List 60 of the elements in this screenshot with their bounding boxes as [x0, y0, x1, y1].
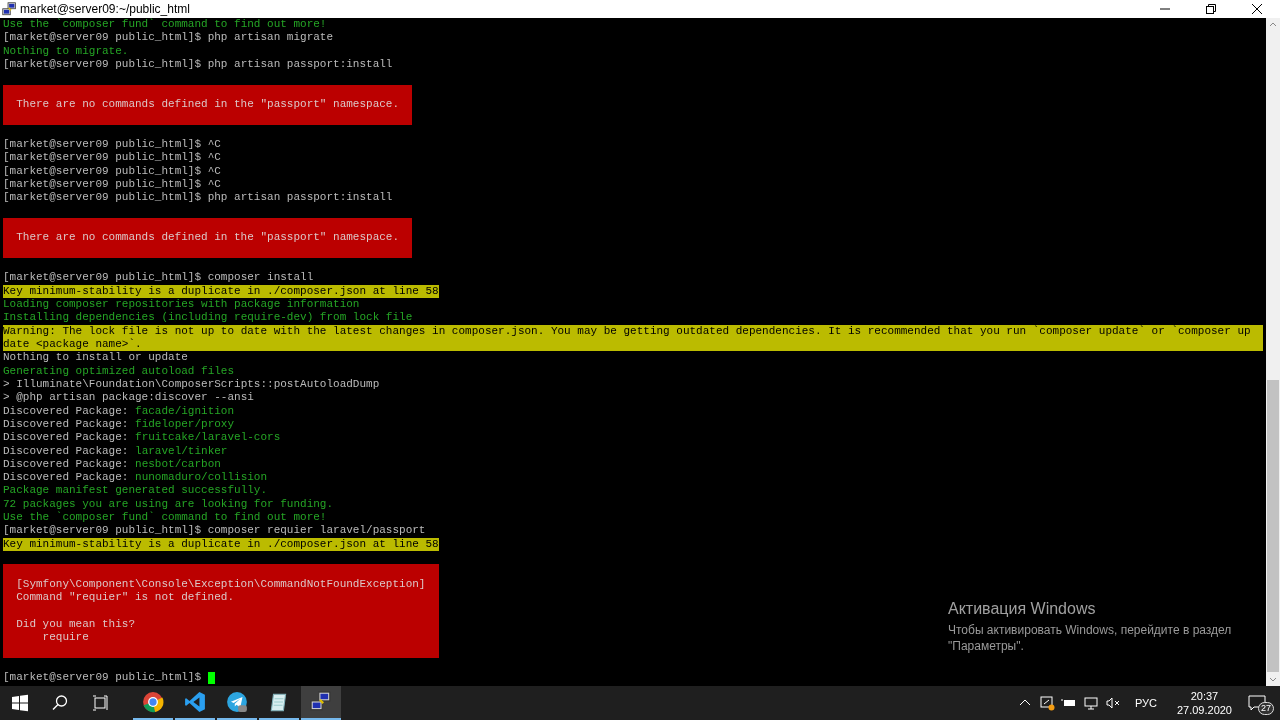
prompt-line: [market@server09 public_html]$ ^C: [3, 177, 221, 192]
activation-title: Активация Windows: [948, 600, 1097, 618]
package-name: laravel/tinker: [135, 444, 228, 458]
output-label: Discovered Package:: [3, 444, 129, 458]
output-label: Discovered Package:: [3, 404, 129, 418]
notifications-button[interactable]: 27: [1244, 688, 1274, 718]
prompt-line: [market@server09 public_html]$ php artisan migrate: [3, 31, 334, 45]
prompt-line: [market@server09 public_html]$: [3, 671, 202, 685]
prompt-line: [market@server09 public_html]$ composer install: [3, 271, 314, 285]
error-text: There are no commands defined in the "passport" namespace.: [16, 97, 400, 112]
monitor-icon[interactable]: [1082, 695, 1099, 711]
paper-plane-icon: [226, 691, 248, 713]
output-line: Loading composer repositories with package information: [3, 297, 360, 312]
speaker-muted-icon[interactable]: [1104, 695, 1121, 711]
output-line: Use the `composer fund` command to find out more!: [3, 511, 327, 525]
activation-text: Чтобы активировать Windows, перейдите в раздел: [948, 622, 1232, 638]
activation-text: "Параметры".: [948, 638, 1025, 654]
output-label: Discovered Package:: [3, 431, 129, 445]
prompt-line: [market@server09 public_html]$ ^C: [3, 164, 221, 178]
code-editor-icon: [184, 691, 206, 713]
output-line: Installing dependencies (including require-dev) from lock file: [3, 311, 413, 325]
close-icon: [1252, 4, 1262, 14]
search-icon: [50, 693, 70, 713]
task-view-icon: [90, 693, 110, 713]
prompt-line: [market@server09 public_html]$ ^C: [3, 137, 221, 152]
output-line: Nothing to migrate.: [3, 44, 129, 58]
error-text: [Symfony\Component\Console\Exception\CommandNotFoundException]: [16, 577, 426, 592]
output-line: Use the `composer fund` command to find out more!: [3, 18, 327, 32]
output-line: > @php artisan package:discover --ansi: [3, 391, 254, 405]
output-line: 72 packages you are using are looking for funding.: [3, 497, 334, 511]
window-title: market@server09:~/public_html: [20, 2, 191, 16]
scrollbar[interactable]: [1266, 18, 1280, 686]
output-line: Nothing to install or update: [3, 351, 188, 365]
package-name: facade/ignition: [135, 404, 235, 418]
restore-icon: [1206, 4, 1216, 14]
computers-icon: [2, 1, 17, 17]
computers-icon: [310, 691, 332, 713]
output-label: Discovered Package:: [3, 417, 129, 432]
package-name: fruitcake/laravel-cors: [135, 431, 281, 445]
prompt-line: [market@server09 public_html]$ composer requier laravel/passport: [3, 524, 426, 538]
language-indicator[interactable]: РУС: [1126, 697, 1165, 709]
prompt-line: [market@server09 public_html]$ php artisan passport:install: [3, 58, 393, 72]
output-line: Package manifest generated successfully.: [3, 484, 268, 498]
error-text: Command "requier" is not defined.: [16, 591, 236, 605]
output-label: Discovered Package:: [3, 471, 129, 485]
network-drive-icon[interactable]: [1038, 695, 1055, 711]
error-text: Did you mean this?: [16, 617, 136, 632]
error-text: require: [41, 631, 90, 645]
output-line: > Illuminate\Foundation\ComposerScripts::postAutoloadDump: [3, 377, 380, 392]
chrome-icon: [142, 691, 164, 713]
output-label: Discovered Package:: [3, 457, 129, 472]
error-text: There are no commands defined in the "passport" namespace.: [16, 231, 400, 245]
prompt-line: [market@server09 public_html]$ php artisan passport:install: [3, 191, 393, 205]
windows-logo-icon: [10, 693, 30, 713]
output-line: Generating optimized autoload files: [3, 364, 235, 378]
package-name: nunomaduro/collision: [135, 471, 268, 485]
package-name: fideloper/proxy: [135, 417, 235, 432]
prompt-line: [market@server09 public_html]$ ^C: [3, 151, 221, 165]
clock[interactable]: 20:37 27.09.2020: [1170, 689, 1238, 717]
package-name: nesbot/carbon: [135, 457, 221, 472]
